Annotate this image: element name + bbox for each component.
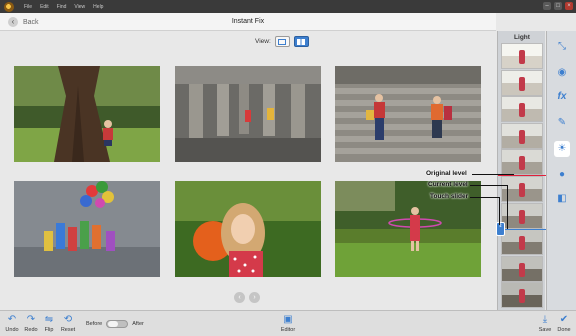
close-icon[interactable]: × <box>565 2 573 10</box>
view-toggle: View: <box>255 36 309 47</box>
menu-view[interactable]: View <box>74 4 85 10</box>
thumbnail-subject <box>519 289 525 304</box>
wrench-icon[interactable]: ✎ <box>554 115 570 131</box>
view-label: View: <box>255 38 271 45</box>
callout-original-level: Original level <box>426 170 467 177</box>
thumbnail-subject <box>519 50 525 64</box>
red-eye-icon[interactable]: ◉ <box>554 65 570 81</box>
original-level-marker <box>498 175 548 176</box>
done-label: Done <box>557 327 571 333</box>
reset-label: Reset <box>60 327 76 333</box>
minimize-icon[interactable]: – <box>543 2 551 10</box>
exposure-thumbnail[interactable] <box>501 149 543 176</box>
thumbnail-subject <box>519 76 525 91</box>
exposure-thumbnail[interactable] <box>501 96 543 123</box>
exposure-thumbnail[interactable] <box>501 69 543 96</box>
leader-slider-a <box>470 197 500 198</box>
single-image-icon <box>278 38 287 45</box>
leader-current-b <box>507 185 508 229</box>
fx-icon[interactable]: fx <box>554 89 570 105</box>
color-icon[interactable]: ● <box>554 167 570 183</box>
editor-label: Editor <box>280 327 296 333</box>
next-page-icon[interactable]: › <box>249 292 260 303</box>
menu-file[interactable]: File <box>24 4 32 10</box>
menu-bar: File Edit Find View Help – □ × <box>0 0 576 13</box>
leader-slider-b <box>499 197 500 225</box>
bottom-toolbar: ↶ Undo ↷ Redo ⇋ Flip ⟲ Reset Before Afte… <box>0 310 576 336</box>
photo-family-steps[interactable] <box>335 66 481 162</box>
panel-title: Light <box>514 34 530 41</box>
editor-icon: ▣ <box>283 314 293 325</box>
thumbnail-subject <box>519 183 525 197</box>
leader-original <box>472 174 514 175</box>
thumbnail-subject <box>519 236 525 251</box>
thumbnail-subject <box>519 103 525 118</box>
exposure-thumbnail[interactable] <box>501 255 543 282</box>
pagination: ‹ › <box>234 292 260 303</box>
before-label: Before <box>86 321 103 327</box>
current-level-marker <box>498 229 548 230</box>
done-button[interactable]: ✔ Done <box>552 314 576 333</box>
photo-balloon-kids[interactable] <box>14 181 160 277</box>
leader-current-a <box>470 185 508 186</box>
photo-tree-boy[interactable] <box>14 66 160 162</box>
photo-girl-orange-ball[interactable] <box>175 181 321 277</box>
thumbnail-subject <box>519 262 525 277</box>
photo-colonnade-kids[interactable] <box>175 66 321 162</box>
crop-icon[interactable]: ⤡ <box>554 39 570 55</box>
menu-find[interactable]: Find <box>57 4 67 10</box>
maximize-icon[interactable]: □ <box>554 2 562 10</box>
editor-button[interactable]: ▣ Editor <box>276 314 300 333</box>
app-logo-icon <box>4 1 14 12</box>
window-controls: – □ × <box>543 2 573 10</box>
page-title: Instant Fix <box>231 18 265 25</box>
exposure-thumbnail[interactable] <box>501 43 543 69</box>
after-label: After <box>132 321 144 327</box>
thumbnail-subject <box>519 209 525 224</box>
reset-button[interactable]: ⟲ Reset <box>56 314 80 333</box>
thumbnail-strip[interactable]: ⇕ <box>496 43 548 309</box>
before-after-toggle: Before After <box>86 320 144 328</box>
thumbnail-subject <box>519 156 525 171</box>
exposure-thumbnail[interactable] <box>501 282 543 309</box>
exposure-thumbnail[interactable] <box>501 229 543 256</box>
before-after-switch[interactable] <box>106 320 129 328</box>
contrast-icon[interactable]: ◧ <box>554 191 570 207</box>
callout-touch-slider: Touch slider <box>430 193 469 200</box>
previous-page-icon[interactable]: ‹ <box>234 292 245 303</box>
checkmark-icon: ✔ <box>559 314 569 325</box>
title-bar: ‹ Back Instant Fix <box>0 13 496 31</box>
light-icon[interactable]: ☀ <box>554 141 570 157</box>
touch-slider-handle[interactable]: ⇕ <box>496 222 505 236</box>
single-view-button[interactable] <box>274 36 290 47</box>
thumbnail-subject <box>519 129 525 144</box>
menu-edit[interactable]: Edit <box>40 4 49 10</box>
toggle-knob <box>108 321 119 327</box>
split-view-button[interactable] <box>293 36 309 47</box>
callout-current-level: Current level <box>428 181 468 188</box>
reset-icon: ⟲ <box>63 314 73 325</box>
menu-help[interactable]: Help <box>93 4 103 10</box>
tools-sidebar: ⤡ ◉ fx ✎ ☀ ● ◧ <box>546 31 576 310</box>
exposure-thumbnail[interactable] <box>501 122 543 149</box>
light-panel: Light ⇕ <box>496 31 548 310</box>
split-image-icon <box>297 38 306 45</box>
